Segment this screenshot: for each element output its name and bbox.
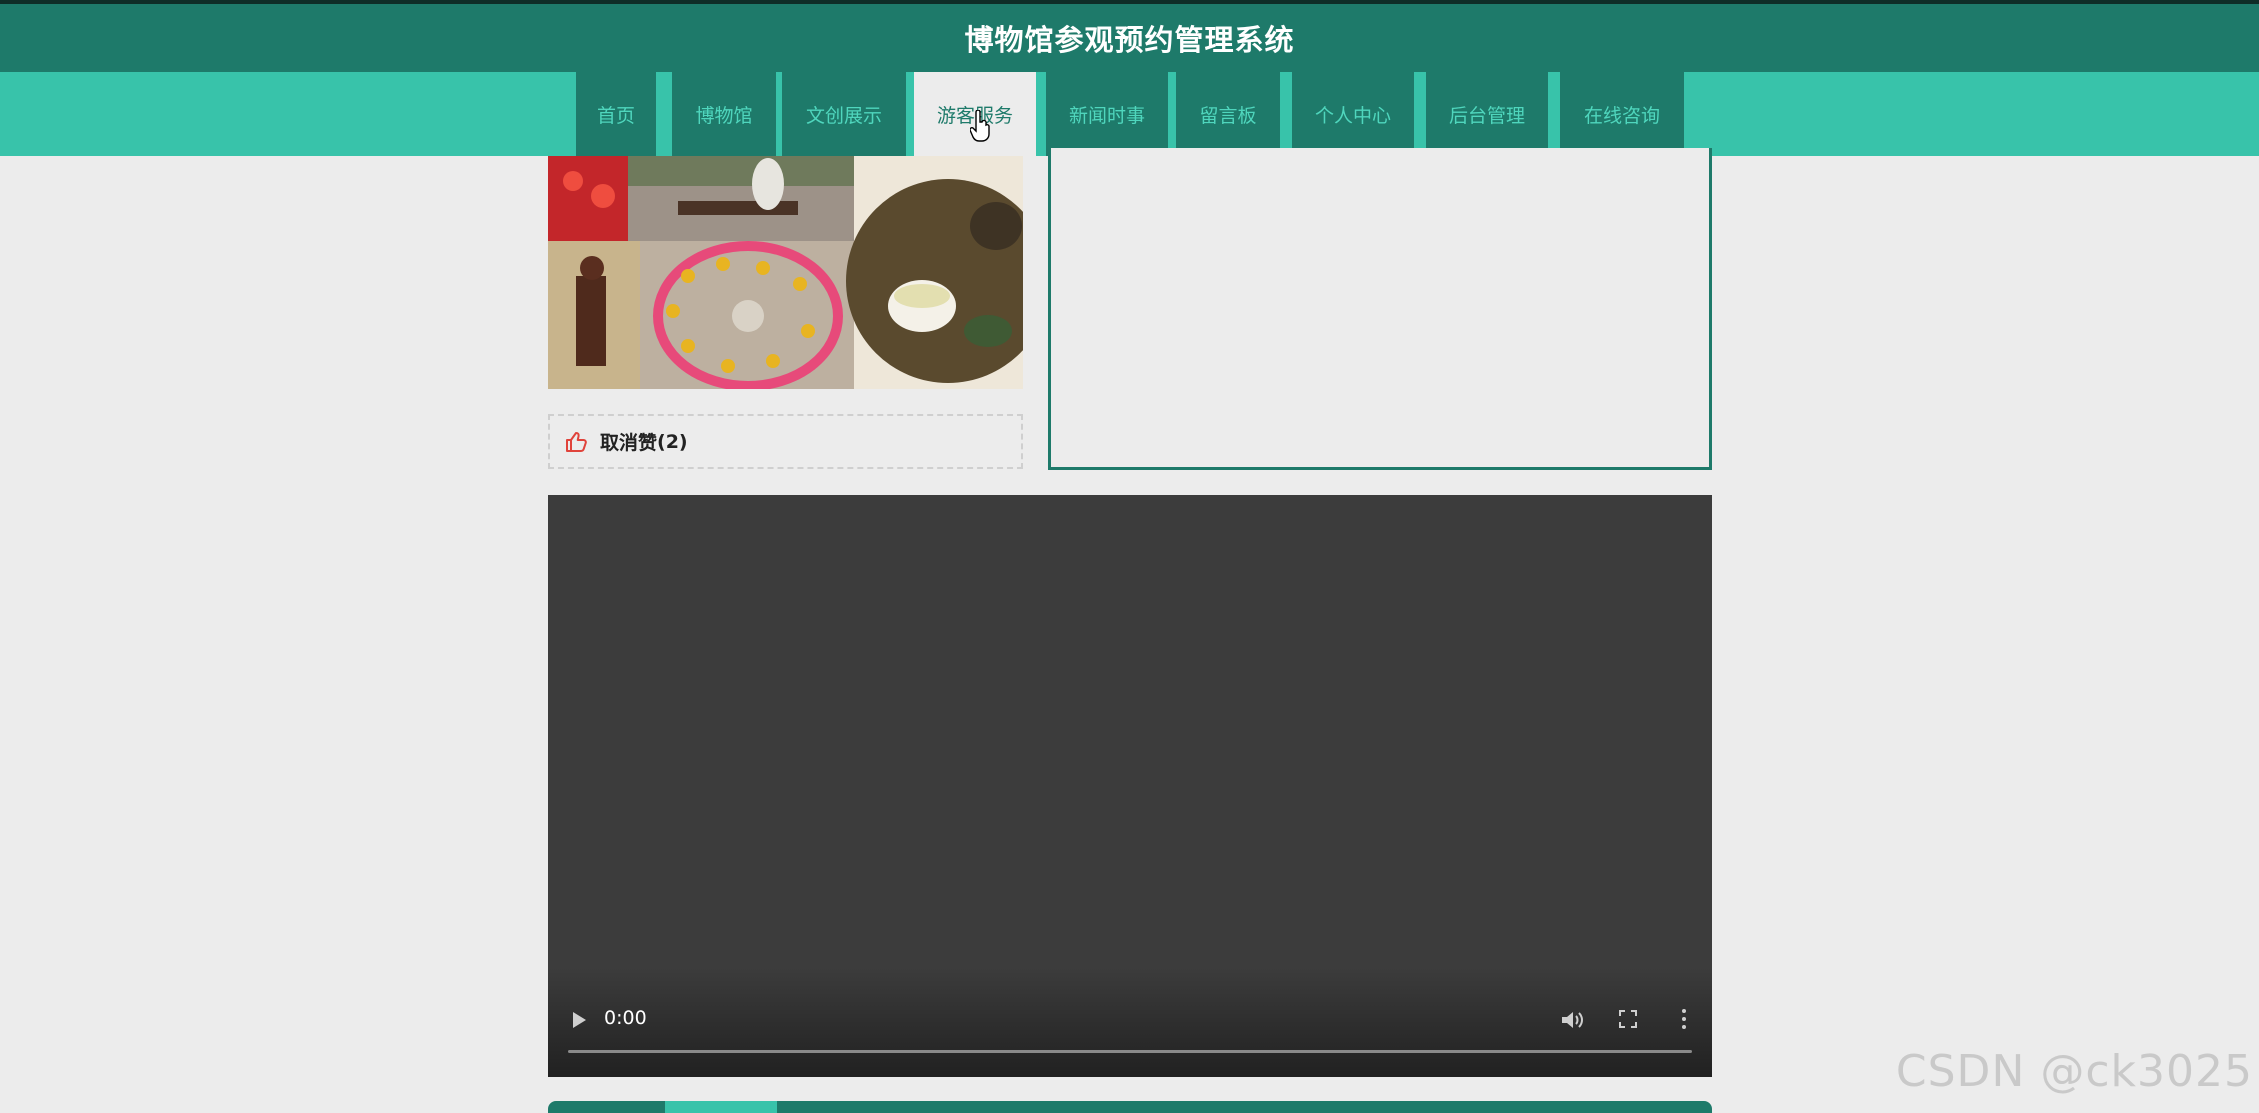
details-panel — [1048, 148, 1712, 470]
fullscreen-icon[interactable] — [1619, 1010, 1637, 1028]
unlike-label: 取消赞 — [600, 432, 658, 454]
nav-item-consult[interactable]: 在线咨询 — [1560, 72, 1684, 156]
nav-item-personal-center[interactable]: 个人中心 — [1292, 72, 1414, 156]
site-title: 博物馆参观预约管理系统 — [964, 23, 1295, 57]
video-controls-shade — [548, 967, 1712, 1077]
nav-item-museum[interactable]: 博物馆 — [672, 72, 776, 156]
unlike-button[interactable]: 取消赞 (2) — [548, 414, 1023, 469]
video-time: 0:00 — [604, 1007, 647, 1029]
top-header: 博物馆参观预约管理系统 — [0, 0, 2259, 72]
more-menu-icon[interactable] — [1680, 1008, 1688, 1030]
main-nav: 首页 博物馆 文创展示 游客服务 新闻时事 留言板 个人中心 后台管理 在线咨询 — [0, 72, 2259, 156]
play-icon[interactable] — [570, 1010, 588, 1030]
thumbs-up-icon — [566, 431, 587, 452]
bottom-tab-bar — [548, 1101, 1712, 1113]
culture-collage-image — [548, 156, 1023, 389]
featured-photo — [548, 156, 1023, 389]
nav-item-news[interactable]: 新闻时事 — [1046, 72, 1168, 156]
nav-item-admin[interactable]: 后台管理 — [1426, 72, 1548, 156]
bottom-tab-active[interactable] — [665, 1101, 777, 1113]
volume-icon[interactable] — [1560, 1009, 1584, 1031]
video-progress-bar[interactable] — [568, 1050, 1692, 1053]
like-count: (2) — [657, 430, 688, 453]
hand-pointer-icon — [970, 110, 990, 142]
nav-item-home[interactable]: 首页 — [576, 72, 656, 156]
watermark: CSDN @ck3025 — [1895, 1046, 2253, 1097]
nav-item-creative[interactable]: 文创展示 — [782, 72, 906, 156]
nav-item-message-board[interactable]: 留言板 — [1176, 72, 1280, 156]
video-player[interactable]: 0:00 — [548, 495, 1712, 1077]
